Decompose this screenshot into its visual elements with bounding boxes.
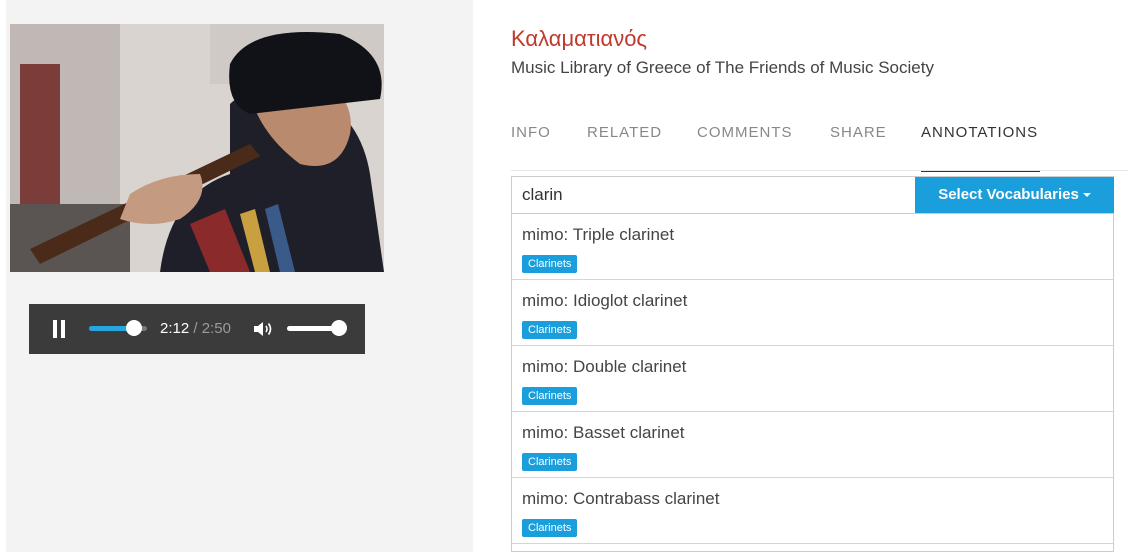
vocabulary-badge: Clarinets: [522, 453, 578, 471]
pause-button[interactable]: [52, 320, 66, 338]
tab-share[interactable]: SHARE: [830, 124, 887, 141]
suggestion-item[interactable]: mimo: Contrabass clarinet Clarinets: [512, 478, 1113, 544]
vocabulary-badge: Clarinets: [522, 255, 578, 273]
select-vocabularies-label: Select Vocabularies: [938, 186, 1079, 203]
volume-handle[interactable]: [331, 320, 347, 336]
seek-handle[interactable]: [126, 320, 142, 336]
suggestion-title: mimo: Basset clarinet: [522, 423, 685, 442]
tab-comments[interactable]: COMMENTS: [697, 124, 793, 141]
vocabulary-badge: Clarinets: [522, 519, 578, 537]
tabs-divider: [511, 170, 1128, 171]
annotation-search: Select Vocabularies: [511, 176, 1114, 214]
caret-down-icon: [1082, 193, 1091, 198]
duration: 2:50: [201, 320, 231, 337]
suggestion-title: mimo: Double clarinet: [522, 357, 687, 376]
seek-slider[interactable]: [89, 320, 147, 336]
volume-icon[interactable]: [253, 320, 275, 338]
current-time: 2:12: [160, 320, 190, 337]
suggestion-item[interactable]: mimo: Triple clarinet Clarinets: [512, 214, 1113, 280]
suggestion-item[interactable]: mimo: Basset clarinet Clarinets: [512, 412, 1113, 478]
time-separator: /: [189, 320, 202, 337]
tab-related[interactable]: RELATED: [587, 124, 662, 141]
suggestion-list: mimo: Triple clarinet Clarinets mimo: Id…: [511, 214, 1114, 552]
annotation-search-input[interactable]: [512, 177, 914, 213]
vocabulary-badge: Clarinets: [522, 321, 578, 339]
time-display: 2:12 / 2:50: [160, 320, 231, 337]
volume-slider[interactable]: [287, 320, 347, 336]
tab-annotations[interactable]: ANNOTATIONS: [921, 124, 1038, 141]
tab-info[interactable]: INFO: [511, 124, 551, 141]
suggestion-item[interactable]: mimo: Double clarinet Clarinets: [512, 346, 1113, 412]
page-subtitle: Music Library of Greece of The Friends o…: [511, 58, 934, 77]
vocabulary-badge: Clarinets: [522, 387, 578, 405]
musician-image: [10, 24, 384, 272]
page-title: Καλαματιανός: [511, 26, 648, 51]
suggestion-item[interactable]: mimo: Idioglot clarinet Clarinets: [512, 280, 1113, 346]
pause-icon: [53, 320, 57, 338]
select-vocabularies-button[interactable]: Select Vocabularies: [915, 177, 1114, 213]
audio-player: 2:12 / 2:50: [29, 304, 365, 354]
suggestion-title: mimo: Idioglot clarinet: [522, 291, 688, 310]
suggestion-title: mimo: Contrabass clarinet: [522, 489, 720, 508]
suggestion-title: mimo: Triple clarinet: [522, 225, 675, 244]
video-thumbnail[interactable]: [10, 24, 384, 272]
